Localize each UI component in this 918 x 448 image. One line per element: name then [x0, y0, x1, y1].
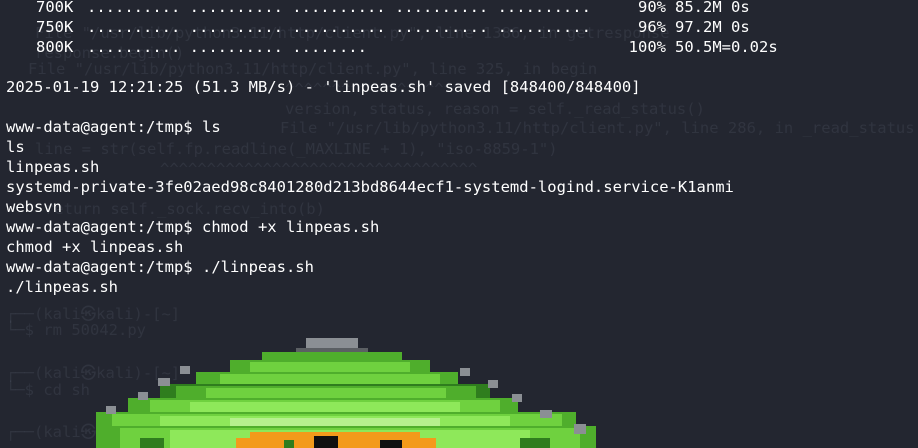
progress-size: 800K — [36, 38, 74, 56]
command-output-line: websvn — [6, 198, 62, 216]
shell-prompt-line: www-data@agent:/tmp$ chmod +x linpeas.sh — [6, 217, 379, 237]
progress-dots: .......... .......... ........ — [87, 38, 367, 56]
shell-prompt: www-data@agent:/tmp$ — [6, 118, 193, 136]
command-output-line: ls — [6, 138, 25, 156]
terminal-window[interactable]: File "/usr/lib/python3.11/http/client.py… — [0, 0, 918, 448]
command-output-line: chmod +x linpeas.sh — [6, 238, 184, 256]
shell-command: ls — [201, 118, 221, 136]
shell-prompt: www-data@agent:/tmp$ — [6, 218, 193, 236]
progress-dots: .......... .......... .......... .......… — [87, 0, 591, 16]
download-progress-line: 700K .......... .......... .......... ..… — [0, 0, 918, 17]
shell-prompt-line: www-data@agent:/tmp$ ./linpeas.sh — [6, 257, 314, 277]
progress-percent: 90% — [638, 0, 666, 16]
progress-size: 750K — [36, 18, 74, 36]
shell-command: chmod +x linpeas.sh — [201, 218, 380, 236]
progress-dots: .......... .......... .......... .......… — [87, 18, 591, 36]
download-progress-line: 750K .......... .......... .......... ..… — [0, 17, 918, 37]
shell-prompt: www-data@agent:/tmp$ — [6, 258, 193, 276]
download-saved-message: 2025-01-19 12:21:25 (51.3 MB/s) - 'linpe… — [6, 78, 641, 96]
progress-rate: 50.5M=0.02s — [675, 38, 778, 56]
command-output-line: systemd-private-3fe02aed98c8401280d213bd… — [6, 178, 734, 196]
download-progress-line: 800K .......... .......... ........ 100%… — [0, 37, 918, 57]
command-output-line: ./linpeas.sh — [6, 278, 118, 296]
progress-size: 700K — [36, 0, 74, 16]
progress-rate: 85.2M 0s — [675, 0, 750, 16]
progress-percent: 100% — [628, 38, 666, 56]
shell-prompt-line: www-data@agent:/tmp$ ls — [6, 117, 221, 137]
progress-percent: 96% — [638, 18, 666, 36]
command-output-line: linpeas.sh — [6, 158, 100, 176]
progress-rate: 97.2M 0s — [675, 18, 750, 36]
shell-command: ./linpeas.sh — [201, 258, 314, 276]
